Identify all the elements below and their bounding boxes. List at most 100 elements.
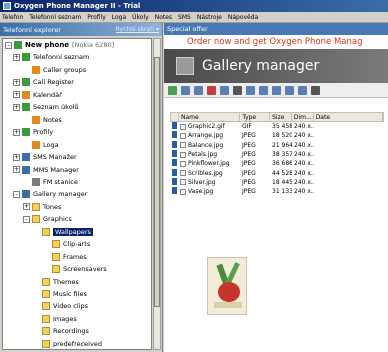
table-row[interactable]: Vase.jpg JPEG 31 133240 x... — [170, 187, 384, 196]
next-icon[interactable] — [298, 85, 307, 95]
tree-item[interactable]: - New phone [Nokia 6280] — [5, 40, 114, 50]
tree-item[interactable]: Caller groups — [23, 65, 86, 75]
file-type: JPEG — [242, 178, 256, 186]
row-marker — [170, 150, 178, 159]
table-row[interactable]: Graphic2.gif GIF 35 458240 x... — [170, 122, 384, 131]
tree-item-label: Frames — [63, 252, 87, 261]
column-header[interactable] — [171, 113, 179, 121]
column-header[interactable]: Dim... — [292, 113, 314, 121]
expand-icon[interactable]: + — [13, 53, 20, 61]
collapse-icon[interactable]: - — [5, 41, 12, 49]
table-header: Name Type Size Dim... Date — [170, 112, 384, 122]
file-status-icon — [172, 187, 177, 195]
properties-icon[interactable] — [259, 85, 268, 95]
tree-item[interactable]: Screensavers — [43, 264, 107, 274]
tree-item[interactable]: + Seznam úkolů — [13, 102, 79, 112]
menu-item[interactable]: Úkoly — [132, 14, 149, 21]
menu-item[interactable]: Telefonní seznam — [29, 14, 81, 21]
folder-icon — [42, 277, 50, 286]
table-row[interactable]: Arrange.jpg JPEG 18 520240 x... — [170, 131, 384, 140]
upload-icon[interactable] — [181, 85, 190, 95]
phone-tree[interactable]: - New phone [Nokia 6280] + Telefonní seznam C… — [2, 38, 152, 350]
tree-item[interactable]: + Call Register — [13, 77, 74, 87]
image-file-icon — [180, 160, 186, 167]
column-header[interactable]: Name — [179, 113, 241, 121]
column-header[interactable]: Size — [270, 113, 292, 121]
menu-item[interactable]: Nástroje — [197, 14, 222, 21]
delete-icon[interactable] — [207, 85, 216, 95]
menu-item[interactable]: Loga — [112, 14, 126, 21]
special-offer-bar[interactable]: Special offer — [164, 23, 388, 35]
prev-icon[interactable] — [285, 85, 294, 95]
expand-icon[interactable]: + — [13, 103, 20, 111]
menu-item[interactable]: Profily — [87, 14, 106, 21]
download-icon[interactable] — [194, 85, 203, 95]
table-row[interactable]: Balance.jpg JPEG 21 964240 x... — [170, 140, 384, 150]
expand-icon[interactable]: + — [13, 166, 20, 173]
tree-item[interactable]: Video clips — [33, 301, 88, 311]
file-name-cell: Silver.jpg — [178, 179, 240, 186]
file-dimensions: 240 x... — [294, 188, 314, 196]
table-row[interactable]: Pinkflower.jpg JPEG 36 686240 x... — [170, 159, 384, 168]
menu-item[interactable]: Telefon — [2, 14, 23, 21]
preview-vase — [218, 282, 240, 302]
expand-icon[interactable]: + — [23, 203, 30, 211]
expand-icon[interactable]: + — [13, 91, 20, 99]
table-row[interactable]: Scribles.jpg JPEG 44 528240 x... — [170, 168, 384, 177]
tree-item[interactable]: Themes — [33, 277, 79, 287]
tree-item[interactable]: predefreceived — [33, 339, 102, 349]
menu-item[interactable]: SMS — [178, 14, 191, 21]
table-row[interactable]: Petals.jpg JPEG 38 357240 x... — [170, 150, 384, 159]
image-file-icon — [180, 151, 186, 158]
tree-item[interactable]: Clip-arts — [43, 239, 90, 249]
tree-item[interactable]: + Profily — [13, 127, 53, 137]
tree-item[interactable]: Music files — [33, 289, 87, 299]
tree-item-label: Seznam úkolů — [33, 103, 79, 112]
tree-item[interactable]: Frames — [43, 252, 87, 262]
file-dimensions: 240 x... — [294, 151, 314, 159]
file-dimensions: 240 x... — [294, 169, 314, 177]
tree-item[interactable]: + Telefonní seznam — [13, 52, 89, 62]
menu-item[interactable]: Nápověda — [228, 14, 258, 21]
tree-item[interactable]: + Tones — [23, 202, 61, 212]
folder-icon — [42, 339, 50, 348]
expand-icon[interactable]: + — [13, 128, 20, 136]
tree-item[interactable]: Wallpapers — [33, 227, 93, 237]
promo-text[interactable]: Order now and get Oxygen Phone Manag — [164, 35, 388, 49]
add-icon[interactable] — [168, 85, 177, 95]
file-type: JPEG — [242, 188, 256, 196]
column-header[interactable]: Type — [240, 113, 271, 121]
tree-item[interactable]: + Kalendář — [13, 90, 62, 100]
settings-icon[interactable] — [311, 85, 320, 95]
tree-item[interactable]: Notes — [23, 115, 62, 125]
tree-item[interactable]: - Gallery manager — [13, 189, 87, 199]
column-header[interactable]: Date — [314, 113, 383, 121]
expand-icon[interactable]: + — [13, 153, 20, 161]
file-type: JPEG — [242, 160, 256, 168]
tree-item[interactable]: Recordings — [33, 326, 89, 336]
menu-item[interactable]: Notes — [155, 14, 172, 21]
tree-item[interactable]: FM stanice — [23, 177, 78, 187]
stop-icon[interactable] — [233, 85, 242, 95]
collapse-icon[interactable]: - — [13, 190, 20, 198]
quick-hide-link[interactable]: Rychlé skryti ▾ — [116, 26, 159, 33]
open-folder-icon[interactable] — [272, 85, 281, 95]
collapse-icon[interactable]: - — [23, 215, 30, 223]
tree-scrollbar[interactable] — [153, 38, 161, 350]
tree-item[interactable]: Loga — [23, 140, 59, 150]
tree-item[interactable]: + SMS Manažer — [13, 152, 77, 162]
tree-item[interactable]: - Graphics — [23, 214, 72, 224]
file-size: 31 133 — [272, 188, 292, 196]
file-name-cell: Vase.jpg — [178, 188, 240, 195]
table-row[interactable]: Silver.jpg JPEG 18 445240 x... — [170, 177, 384, 187]
refresh-icon[interactable] — [246, 85, 255, 95]
copy-icon[interactable] — [220, 85, 229, 95]
profiles-icon — [22, 128, 30, 137]
tree-item[interactable]: Images — [33, 314, 77, 324]
file-name: Silver.jpg — [188, 178, 216, 186]
file-status-icon — [172, 177, 177, 185]
tree-item[interactable]: + MMS Manager — [13, 165, 79, 175]
expand-icon[interactable]: + — [13, 78, 20, 86]
scrollbar-thumb[interactable] — [154, 57, 160, 307]
folder-icon — [42, 314, 50, 323]
